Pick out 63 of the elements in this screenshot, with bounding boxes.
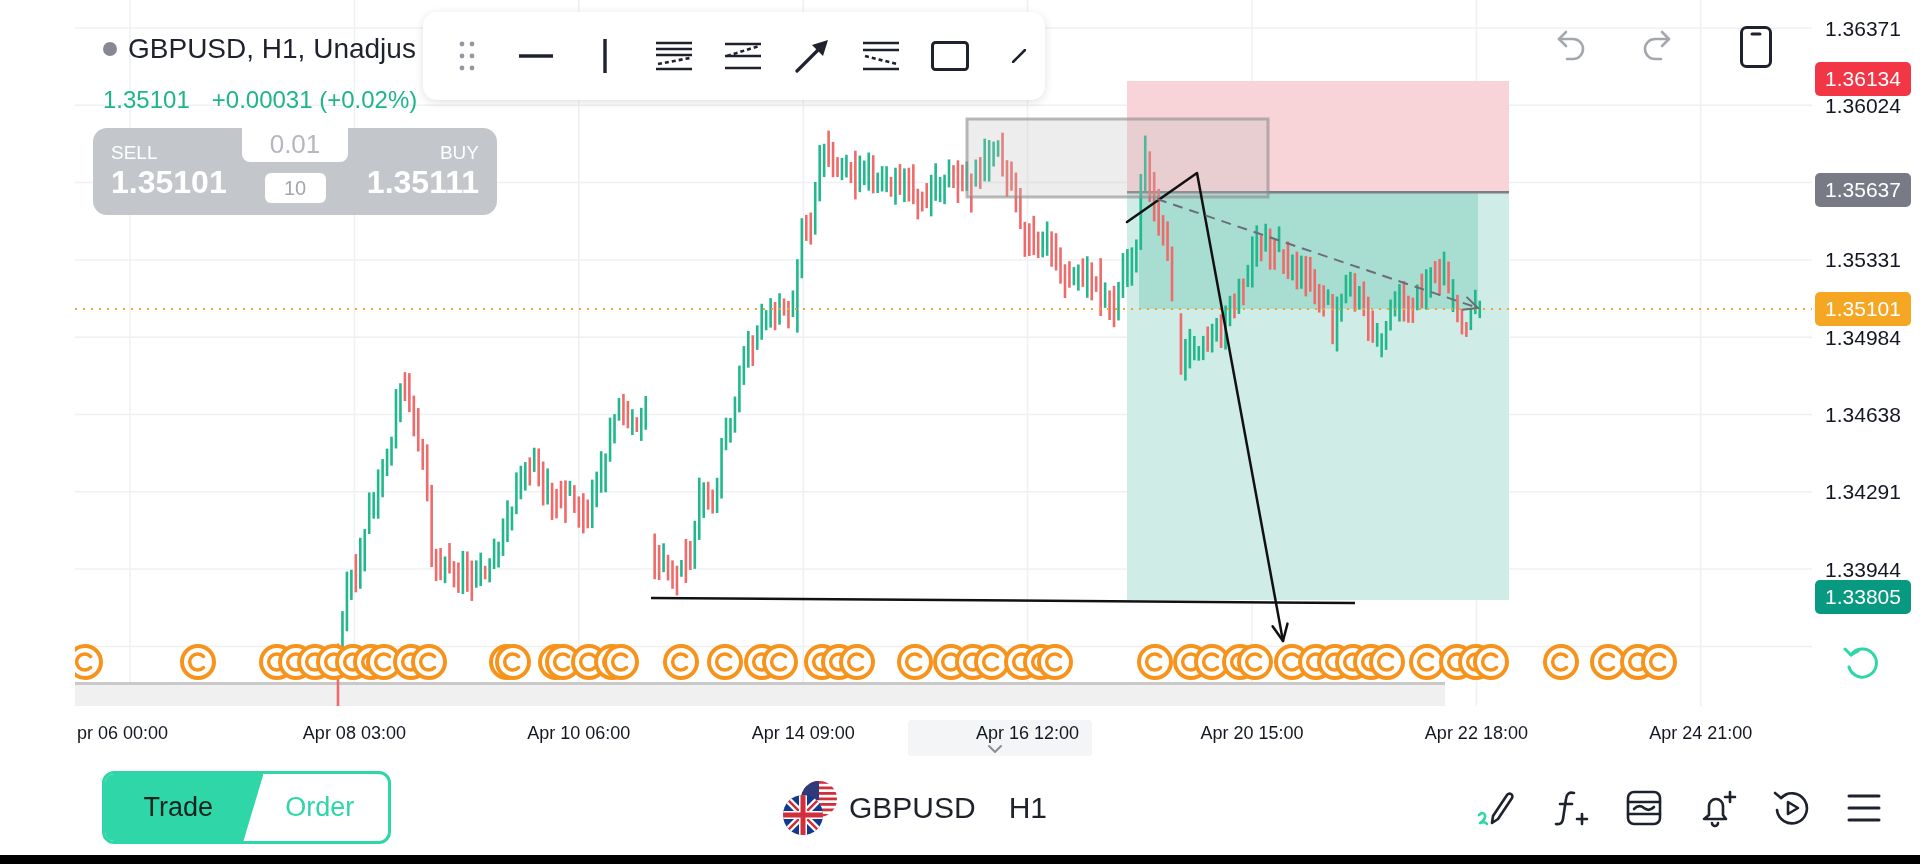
arrow-icon[interactable] <box>794 39 829 73</box>
horizontal-line-icon[interactable] <box>518 54 553 58</box>
channel-icon[interactable] <box>723 42 762 70</box>
price-label: 1.34984 <box>1825 325 1901 349</box>
time-label: Apr 08 03:00 <box>302 723 406 743</box>
price-label: 1.36371 <box>1825 16 1901 40</box>
price-change: +0.00031 (+0.02%) <box>211 87 418 113</box>
currency-flags-icon <box>782 779 838 836</box>
buy-button[interactable]: BUY 1.35111 <box>348 128 479 215</box>
event-marker-icon <box>1473 644 1509 680</box>
time-label: Apr 20 15:00 <box>1200 723 1304 743</box>
price-label: 1.34291 <box>1825 480 1901 504</box>
price-tag: 1.35637 <box>1815 173 1911 207</box>
collapse-handle[interactable] <box>908 720 1092 756</box>
price-tag: 1.35101 <box>1815 292 1911 326</box>
event-marker-icon <box>411 644 447 680</box>
event-marker-icon <box>897 644 933 680</box>
time-label: Apr 10 06:00 <box>527 723 631 743</box>
event-marker-icon <box>603 644 639 680</box>
price-label: 1.34638 <box>1825 403 1901 426</box>
event-marker-icon <box>1369 644 1405 680</box>
trend-line-icon[interactable] <box>1011 49 1026 63</box>
time-label: Apr 22 18:00 <box>1424 723 1528 743</box>
event-marker-icon <box>762 644 798 680</box>
sell-button[interactable]: SELL 1.35101 <box>111 128 242 215</box>
phone-icon[interactable] <box>1740 26 1772 68</box>
interval-button[interactable]: H1 <box>1008 790 1048 825</box>
stacked-lines-icon[interactable] <box>654 41 693 71</box>
lot-size-field[interactable]: 0.01 <box>242 127 348 162</box>
time-label: Apr 16 12:00 <box>976 723 1080 743</box>
vertical-line-icon[interactable] <box>602 39 607 73</box>
time-label: pr 06 00:00 <box>77 723 169 743</box>
event-marker-icon <box>707 644 743 680</box>
symbol-button[interactable]: GBPUSD <box>782 779 976 836</box>
event-marker-icon <box>180 644 216 680</box>
time-label: Apr 14 09:00 <box>751 723 855 743</box>
rectangle-icon[interactable] <box>930 41 969 71</box>
time-label: Apr 24 21:00 <box>1649 723 1753 743</box>
event-marker-icon <box>75 644 103 680</box>
last-price: 1.35101 <box>103 87 190 113</box>
chart-legend-title: GBPUSD, H1, Unadjus <box>128 35 416 63</box>
status-dot-icon <box>103 42 117 56</box>
event-marker-icon <box>495 644 531 680</box>
descending-channel-icon[interactable] <box>861 41 900 71</box>
price-tag: 1.36134 <box>1815 62 1911 96</box>
spread-badge: 10 <box>264 173 326 203</box>
chevron-down-icon <box>988 745 1002 753</box>
price-label: 1.33944 <box>1825 557 1901 581</box>
price-label: 1.35331 <box>1825 248 1901 272</box>
event-marker-icon <box>1037 644 1073 680</box>
price-label: 1.36024 <box>1825 93 1901 117</box>
event-marker-icon <box>839 644 875 680</box>
event-marker-icon <box>663 644 699 680</box>
event-marker-icon <box>1137 644 1173 680</box>
event-marker-icon <box>1590 644 1626 680</box>
mode-tab[interactable]: Trade <box>105 774 264 841</box>
event-marker-icon <box>1409 644 1445 680</box>
mode-tab[interactable]: Order <box>263 774 388 841</box>
event-marker-icon <box>1641 644 1677 680</box>
drag-handle-icon[interactable] <box>458 41 475 71</box>
event-marker-icon <box>1237 644 1273 680</box>
event-marker-icon <box>1543 644 1579 680</box>
price-tag: 1.33805 <box>1815 580 1911 614</box>
